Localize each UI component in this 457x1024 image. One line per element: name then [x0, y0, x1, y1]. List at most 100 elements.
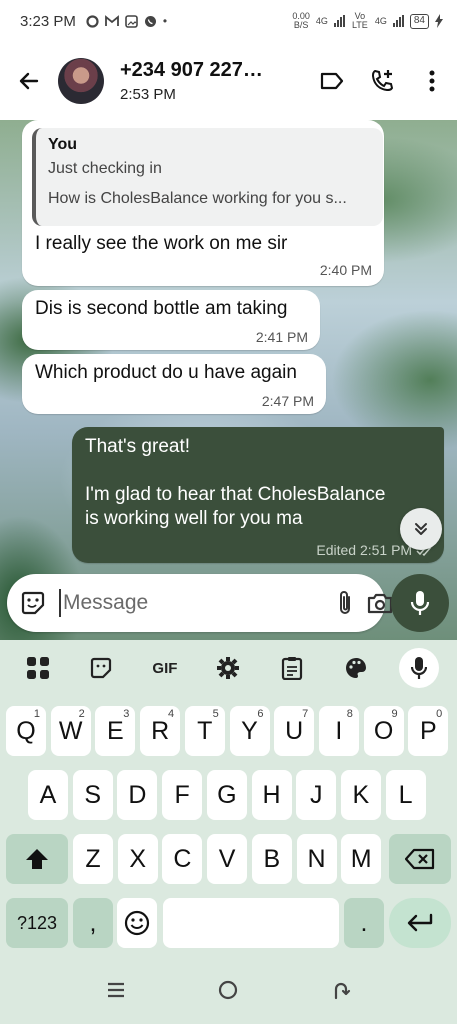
period-key[interactable]: .	[344, 898, 384, 948]
key-label: Q	[16, 716, 36, 745]
recents-button[interactable]	[106, 981, 126, 1004]
key-hint: 9	[391, 708, 398, 720]
key[interactable]: Q1	[6, 706, 46, 756]
key-label: W	[58, 716, 83, 745]
message-bubble-outgoing[interactable]: That's great! I'm glad to hear that Chol…	[72, 427, 444, 563]
theme-button[interactable]	[336, 648, 376, 688]
key[interactable]: V	[207, 834, 248, 884]
key[interactable]: F	[162, 770, 203, 820]
chat-header: +234 907 227… 2:53 PM	[0, 42, 457, 120]
key[interactable]: E3	[95, 706, 136, 756]
key[interactable]: Z	[73, 834, 113, 884]
message-input[interactable]	[59, 589, 334, 617]
home-button[interactable]	[218, 980, 238, 1005]
back-button[interactable]	[0, 52, 58, 110]
key-label: L	[398, 780, 413, 809]
message-composer	[7, 574, 393, 632]
key[interactable]: K	[340, 770, 381, 820]
message-text: I really see the work on me sir	[35, 233, 288, 254]
comma-key[interactable]: ,	[73, 898, 113, 948]
add-call-button[interactable]	[357, 56, 407, 106]
key[interactable]: C	[162, 834, 203, 884]
home-circle-icon	[219, 980, 238, 999]
backspace-key[interactable]	[389, 834, 451, 884]
message-time: 2:47 PM	[261, 393, 314, 409]
key-label: N	[307, 844, 326, 873]
key-label: M	[350, 844, 372, 873]
key[interactable]: U7	[274, 706, 315, 756]
key[interactable]: N	[296, 834, 337, 884]
key[interactable]: I8	[318, 706, 359, 756]
palette-icon	[345, 658, 366, 678]
system-nav-bar	[0, 960, 457, 1024]
key-label: O	[373, 716, 394, 745]
more-vert-icon	[429, 70, 435, 92]
key[interactable]: Y6	[229, 706, 270, 756]
message-text: Which product do u have again	[35, 362, 297, 383]
key[interactable]: A	[28, 770, 68, 820]
key[interactable]: O9	[363, 706, 404, 756]
emoji-icon	[124, 910, 150, 936]
shift-icon	[26, 849, 48, 869]
gif-button[interactable]: GIF	[145, 648, 185, 688]
quoted-message[interactable]: You Just checking in How is CholesBalanc…	[32, 128, 383, 226]
grid-icon	[26, 657, 49, 679]
status-bar: 3:23 PM • 0.00 B/S 4G Vo LTE 4G 84	[0, 0, 457, 42]
contact-avatar[interactable]	[58, 58, 104, 104]
phone-add-icon	[371, 69, 394, 92]
symbols-key[interactable]: ?123	[6, 898, 68, 948]
gear-icon	[217, 657, 240, 679]
settings-button[interactable]	[208, 648, 248, 688]
contact-name: +234 907 227…	[120, 59, 263, 81]
key-label: C	[173, 844, 192, 873]
contact-info[interactable]: +234 907 227… 2:53 PM	[120, 59, 307, 103]
key[interactable]: M	[341, 834, 382, 884]
key[interactable]: R4	[140, 706, 181, 756]
key[interactable]: P0	[408, 706, 449, 756]
key[interactable]: W2	[50, 706, 91, 756]
key-label: K	[352, 780, 370, 809]
voice-message-button[interactable]	[391, 574, 449, 632]
space-key[interactable]	[163, 898, 339, 948]
key-label: D	[128, 780, 147, 809]
shift-key[interactable]	[6, 834, 68, 884]
attach-button[interactable]	[334, 584, 356, 622]
volte-label: Vo LTE	[351, 11, 368, 30]
network-type-1: 4G	[315, 16, 328, 26]
network-type-2: 4G	[374, 16, 387, 26]
key-hint: 8	[346, 708, 353, 720]
back-nav-button[interactable]	[331, 980, 351, 1005]
key[interactable]: T5	[184, 706, 225, 756]
voice-typing-button[interactable]	[399, 648, 440, 688]
key[interactable]: L	[385, 770, 426, 820]
key[interactable]: S	[72, 770, 113, 820]
sticker-tool-button[interactable]	[81, 648, 121, 688]
key[interactable]: J	[296, 770, 337, 820]
clipboard-button[interactable]	[272, 648, 312, 688]
key-label: A	[39, 780, 57, 809]
more-options-button[interactable]	[407, 56, 457, 106]
key[interactable]: D	[117, 770, 158, 820]
message-bubble-incoming[interactable]: Which product do u have again 2:47 PM	[22, 354, 326, 414]
message-bubble-incoming[interactable]: You Just checking in How is CholesBalanc…	[22, 120, 384, 286]
key-hint: 6	[257, 708, 264, 720]
battery-icon: 84	[409, 13, 429, 29]
key-hint: 4	[167, 708, 175, 720]
key-hint: 7	[302, 708, 309, 720]
key[interactable]: X	[117, 834, 158, 884]
key[interactable]: G	[206, 770, 247, 820]
scroll-to-bottom-button[interactable]	[400, 508, 442, 550]
enter-key[interactable]	[389, 898, 451, 948]
key[interactable]: H	[251, 770, 292, 820]
contact-last-seen: 2:53 PM	[120, 86, 176, 103]
camera-button[interactable]	[366, 584, 394, 622]
apps-button[interactable]	[18, 648, 58, 688]
keyboard-toolbar: GIF	[0, 640, 457, 696]
key[interactable]: B	[251, 834, 292, 884]
sticker-button[interactable]	[19, 584, 47, 622]
key-hint: 0	[436, 708, 443, 720]
chat-background: You Just checking in How is CholesBalanc…	[0, 120, 457, 640]
emoji-key[interactable]	[117, 898, 157, 948]
message-bubble-incoming[interactable]: Dis is second bottle am taking 2:41 PM	[22, 290, 320, 350]
label-button[interactable]	[307, 56, 357, 106]
